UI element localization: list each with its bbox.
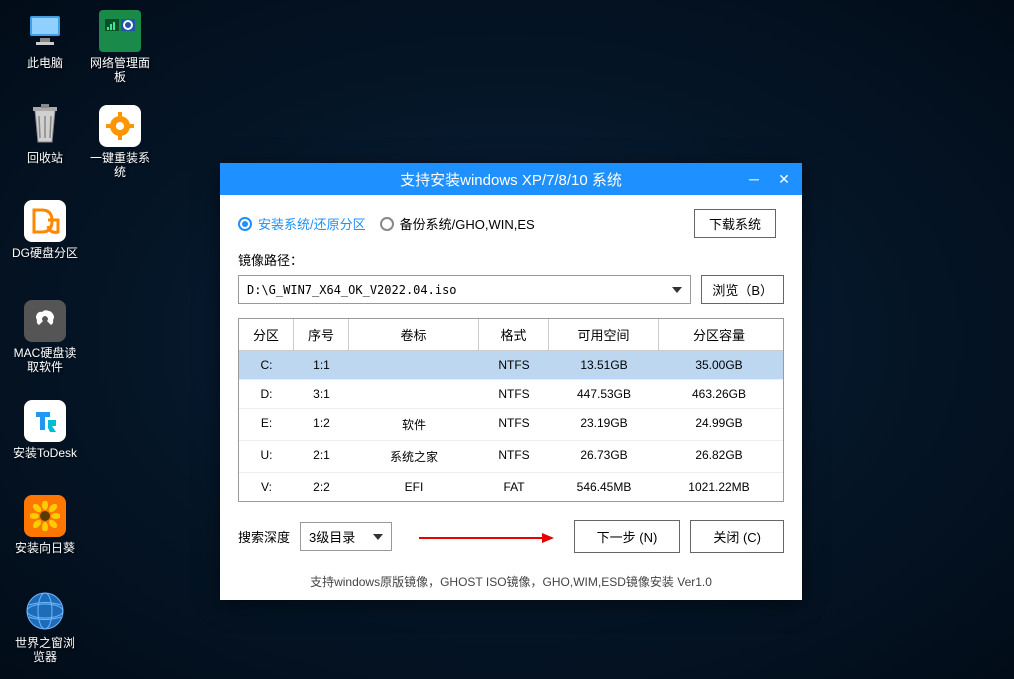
td-seq: 2:2 (294, 473, 349, 501)
desktop-icon-label: 网络管理面板 (85, 56, 155, 84)
desktop-icon-macread[interactable]: MAC硬盘读取软件 (10, 300, 80, 374)
next-button[interactable]: 下一步 (N) (574, 520, 681, 553)
td-size: 463.26GB (659, 380, 779, 408)
td-seq: 2:1 (294, 441, 349, 472)
radio-icon (380, 217, 394, 231)
desktop-icon-sunflower[interactable]: 安装向日葵 (10, 495, 80, 555)
td-size: 24.99GB (659, 409, 779, 440)
td-seq: 1:1 (294, 351, 349, 379)
desktop-icon-label: DG硬盘分区 (12, 246, 78, 260)
dg-icon (24, 200, 66, 242)
td-part: U: (239, 441, 294, 472)
image-path-value: D:\G_WIN7_X64_OK_V2022.04.iso (247, 283, 457, 297)
sunflower-icon (24, 495, 66, 537)
td-fmt: NTFS (479, 409, 549, 440)
desktop-icon-todesk[interactable]: 安装ToDesk (10, 400, 80, 460)
close-button[interactable]: ✕ (774, 169, 794, 189)
network-panel-icon (99, 10, 141, 52)
td-vol: EFI (349, 473, 479, 501)
search-depth-select[interactable]: 3级目录 (300, 522, 392, 551)
th-format: 格式 (479, 319, 549, 350)
desktop-icon-recycle[interactable]: 回收站 (10, 105, 80, 165)
search-depth-value: 3级目录 (309, 527, 355, 546)
radio-icon (238, 217, 252, 231)
th-partition: 分区 (239, 319, 294, 350)
radio-label: 备份系统/GHO,WIN,ES (400, 214, 535, 233)
desktop-icon-dgpart[interactable]: DG硬盘分区 (10, 200, 80, 260)
th-free: 可用空间 (549, 319, 659, 350)
partition-table: 分区 序号 卷标 格式 可用空间 分区容量 C:1:1NTFS13.51GB35… (238, 318, 784, 502)
td-free: 23.19GB (549, 409, 659, 440)
desktop-icon-label: 此电脑 (27, 56, 63, 70)
mac-hdd-icon (24, 300, 66, 342)
td-size: 35.00GB (659, 351, 779, 379)
desktop-icon-label: 一键重装系统 (85, 151, 155, 179)
desktop-icon-reinstall[interactable]: 一键重装系统 (85, 105, 155, 179)
desktop-icon-label: 安装向日葵 (15, 541, 75, 555)
td-part: D: (239, 380, 294, 408)
table-row[interactable]: E:1:2软件NTFS23.19GB24.99GB (239, 409, 783, 441)
td-free: 26.73GB (549, 441, 659, 472)
desktop-icon-thispc[interactable]: 此电脑 (10, 10, 80, 70)
td-part: E: (239, 409, 294, 440)
desktop-icon-label: MAC硬盘读取软件 (10, 346, 80, 374)
th-sequence: 序号 (294, 319, 349, 350)
table-header: 分区 序号 卷标 格式 可用空间 分区容量 (239, 319, 783, 351)
td-fmt: NTFS (479, 351, 549, 379)
desktop-icon-label: 安装ToDesk (13, 446, 77, 460)
td-vol: 软件 (349, 409, 479, 440)
td-seq: 1:2 (294, 409, 349, 440)
chevron-down-icon (672, 287, 682, 293)
close-dialog-button[interactable]: 关闭 (C) (690, 520, 784, 553)
td-vol (349, 351, 479, 379)
td-fmt: NTFS (479, 441, 549, 472)
footer-text: 支持windows原版镜像，GHOST ISO镜像，GHO,WIM,ESD镜像安… (238, 567, 784, 590)
td-size: 1021.22MB (659, 473, 779, 501)
th-size: 分区容量 (659, 319, 779, 350)
table-row[interactable]: V:2:2EFIFAT546.45MB1021.22MB (239, 473, 783, 501)
chevron-down-icon (373, 534, 383, 540)
td-free: 546.45MB (549, 473, 659, 501)
td-seq: 3:1 (294, 380, 349, 408)
computer-icon (24, 10, 66, 52)
td-part: C: (239, 351, 294, 379)
arrow-annotation (402, 531, 563, 543)
table-row[interactable]: D:3:1 NTFS447.53GB463.26GB (239, 380, 783, 409)
titlebar[interactable]: 支持安装windows XP/7/8/10 系统 ─ ✕ (220, 163, 802, 195)
td-size: 26.82GB (659, 441, 779, 472)
radio-label: 安装系统/还原分区 (258, 214, 366, 233)
radio-install-restore[interactable]: 安装系统/还原分区 (238, 214, 366, 233)
window-title: 支持安装windows XP/7/8/10 系统 (228, 169, 794, 190)
gear-install-icon (99, 105, 141, 147)
download-system-button[interactable]: 下载系统 (694, 209, 776, 238)
image-path-label: 镜像路径： (238, 250, 784, 269)
th-volume: 卷标 (349, 319, 479, 350)
search-depth-label: 搜索深度 (238, 527, 290, 546)
install-window: 支持安装windows XP/7/8/10 系统 ─ ✕ 安装系统/还原分区 备… (220, 163, 802, 600)
table-row[interactable]: C:1:1 NTFS13.51GB35.00GB (239, 351, 783, 380)
desktop-icon-browser[interactable]: 世界之窗浏览器 (10, 590, 80, 664)
td-free: 447.53GB (549, 380, 659, 408)
table-row[interactable]: U:2:1系统之家NTFS26.73GB26.82GB (239, 441, 783, 473)
recycle-bin-icon (24, 105, 66, 147)
td-vol: 系统之家 (349, 441, 479, 472)
image-path-dropdown[interactable]: D:\G_WIN7_X64_OK_V2022.04.iso (238, 275, 691, 304)
todesk-icon (24, 400, 66, 442)
td-fmt: FAT (479, 473, 549, 501)
browse-button[interactable]: 浏览（B） (701, 275, 784, 304)
desktop-icon-label: 回收站 (27, 151, 63, 165)
globe-icon (24, 590, 66, 632)
radio-backup[interactable]: 备份系统/GHO,WIN,ES (380, 214, 535, 233)
desktop-icon-netpanel[interactable]: 网络管理面板 (85, 10, 155, 84)
minimize-button[interactable]: ─ (744, 169, 764, 189)
td-free: 13.51GB (549, 351, 659, 379)
td-vol (349, 380, 479, 408)
td-part: V: (239, 473, 294, 501)
desktop-icon-label: 世界之窗浏览器 (10, 636, 80, 664)
td-fmt: NTFS (479, 380, 549, 408)
